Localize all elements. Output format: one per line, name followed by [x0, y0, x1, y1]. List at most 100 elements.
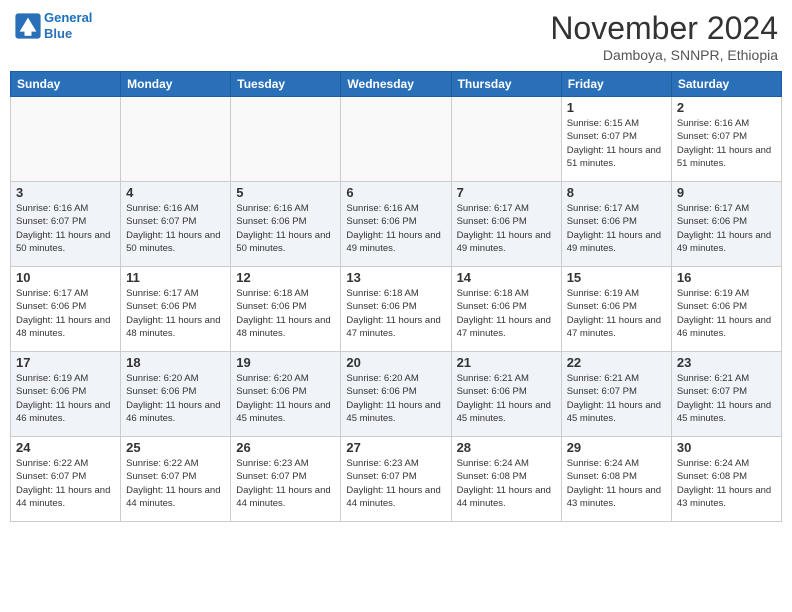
calendar-cell: 27Sunrise: 6:23 AM Sunset: 6:07 PM Dayli…: [341, 437, 451, 522]
week-row-3: 17 Sunrise: 6:19 AM Sunset: 6:06 PM Dayli…: [11, 352, 782, 437]
calendar-cell: 23 Sunrise: 6:21 AM Sunset: 6:07 PM Dayli…: [671, 352, 781, 437]
calendar-cell: 17 Sunrise: 6:19 AM Sunset: 6:06 PM Dayli…: [11, 352, 121, 437]
week-row-1: 3 Sunrise: 6:16 AM Sunset: 6:07 PM Daylig…: [11, 182, 782, 267]
calendar-cell: 5 Sunrise: 6:16 AM Sunset: 6:06 PM Daylig…: [231, 182, 341, 267]
cell-info: Sunrise: 6:20 AM Sunset: 6:06 PM Dayligh…: [236, 372, 335, 425]
calendar-cell: 3 Sunrise: 6:16 AM Sunset: 6:07 PM Daylig…: [11, 182, 121, 267]
day-number: 12: [236, 270, 335, 285]
calendar-cell: 22 Sunrise: 6:21 AM Sunset: 6:07 PM Dayli…: [561, 352, 671, 437]
cell-info: Sunrise: 6:16 AM Sunset: 6:07 PM Dayligh…: [677, 117, 776, 170]
calendar-cell: 13 Sunrise: 6:18 AM Sunset: 6:06 PM Dayli…: [341, 267, 451, 352]
location: Damboya, SNNPR, Ethiopia: [550, 47, 778, 63]
month-title: November 2024: [550, 10, 778, 47]
header-day-wednesday: Wednesday: [341, 72, 451, 97]
day-number: 14: [457, 270, 556, 285]
day-number: 10: [16, 270, 115, 285]
calendar-cell: 8Sunrise: 6:17 AM Sunset: 6:06 PM Daylig…: [561, 182, 671, 267]
cell-info: Sunrise: 6:21 AM Sunset: 6:06 PM Dayligh…: [457, 372, 556, 425]
day-number: 17: [16, 355, 115, 370]
page: General Blue November 2024 Damboya, SNNP…: [0, 0, 792, 612]
calendar-cell: 26 Sunrise: 6:23 AM Sunset: 6:07 PM Dayli…: [231, 437, 341, 522]
calendar-cell: 14 Sunrise: 6:18 AM Sunset: 6:06 PM Dayli…: [451, 267, 561, 352]
calendar-cell: 15 Sunrise: 6:19 AM Sunset: 6:06 PM Dayli…: [561, 267, 671, 352]
cell-info: Sunrise: 6:22 AM Sunset: 6:07 PM Dayligh…: [16, 457, 115, 510]
day-number: 22: [567, 355, 666, 370]
cell-info: Sunrise: 6:16 AM Sunset: 6:07 PM Dayligh…: [126, 202, 225, 255]
logo-icon: [14, 12, 42, 40]
day-number: 5: [236, 185, 335, 200]
cell-info: Sunrise: 6:19 AM Sunset: 6:06 PM Dayligh…: [16, 372, 115, 425]
day-number: 2: [677, 100, 776, 115]
day-number: 11: [126, 270, 225, 285]
calendar-header: SundayMondayTuesdayWednesdayThursdayFrid…: [11, 72, 782, 97]
cell-info: Sunrise: 6:21 AM Sunset: 6:07 PM Dayligh…: [677, 372, 776, 425]
cell-info: Sunrise: 6:19 AM Sunset: 6:06 PM Dayligh…: [567, 287, 666, 340]
day-number: 21: [457, 355, 556, 370]
calendar-cell: 30Sunrise: 6:24 AM Sunset: 6:08 PM Dayli…: [671, 437, 781, 522]
day-number: 30: [677, 440, 776, 455]
cell-info: Sunrise: 6:16 AM Sunset: 6:07 PM Dayligh…: [16, 202, 115, 255]
calendar-cell: 20 Sunrise: 6:20 AM Sunset: 6:06 PM Dayli…: [341, 352, 451, 437]
cell-info: Sunrise: 6:18 AM Sunset: 6:06 PM Dayligh…: [457, 287, 556, 340]
cell-info: Sunrise: 6:16 AM Sunset: 6:06 PM Dayligh…: [346, 202, 445, 255]
calendar-cell: 24 Sunrise: 6:22 AM Sunset: 6:07 PM Dayli…: [11, 437, 121, 522]
week-row-0: 1 Sunrise: 6:15 AM Sunset: 6:07 PM Daylig…: [11, 97, 782, 182]
calendar-cell: 4 Sunrise: 6:16 AM Sunset: 6:07 PM Daylig…: [121, 182, 231, 267]
cell-info: Sunrise: 6:18 AM Sunset: 6:06 PM Dayligh…: [236, 287, 335, 340]
logo-text: General Blue: [44, 10, 92, 41]
calendar-cell: 25Sunrise: 6:22 AM Sunset: 6:07 PM Dayli…: [121, 437, 231, 522]
header-day-sunday: Sunday: [11, 72, 121, 97]
day-number: 19: [236, 355, 335, 370]
calendar-cell: 11Sunrise: 6:17 AM Sunset: 6:06 PM Dayli…: [121, 267, 231, 352]
day-number: 16: [677, 270, 776, 285]
cell-info: Sunrise: 6:17 AM Sunset: 6:06 PM Dayligh…: [677, 202, 776, 255]
cell-info: Sunrise: 6:15 AM Sunset: 6:07 PM Dayligh…: [567, 117, 666, 170]
day-number: 28: [457, 440, 556, 455]
calendar-cell: 18Sunrise: 6:20 AM Sunset: 6:06 PM Dayli…: [121, 352, 231, 437]
calendar-cell: 9Sunrise: 6:17 AM Sunset: 6:06 PM Daylig…: [671, 182, 781, 267]
title-block: November 2024 Damboya, SNNPR, Ethiopia: [550, 10, 778, 63]
calendar-cell: 19 Sunrise: 6:20 AM Sunset: 6:06 PM Dayli…: [231, 352, 341, 437]
calendar-cell: 28 Sunrise: 6:24 AM Sunset: 6:08 PM Dayli…: [451, 437, 561, 522]
day-number: 15: [567, 270, 666, 285]
header: General Blue November 2024 Damboya, SNNP…: [10, 10, 782, 63]
calendar-cell: 2 Sunrise: 6:16 AM Sunset: 6:07 PM Daylig…: [671, 97, 781, 182]
cell-info: Sunrise: 6:18 AM Sunset: 6:06 PM Dayligh…: [346, 287, 445, 340]
day-number: 23: [677, 355, 776, 370]
day-number: 18: [126, 355, 225, 370]
cell-info: Sunrise: 6:19 AM Sunset: 6:06 PM Dayligh…: [677, 287, 776, 340]
cell-info: Sunrise: 6:21 AM Sunset: 6:07 PM Dayligh…: [567, 372, 666, 425]
header-day-monday: Monday: [121, 72, 231, 97]
calendar-cell: [11, 97, 121, 182]
calendar-cell: [341, 97, 451, 182]
day-number: 1: [567, 100, 666, 115]
week-row-2: 10Sunrise: 6:17 AM Sunset: 6:06 PM Dayli…: [11, 267, 782, 352]
cell-info: Sunrise: 6:20 AM Sunset: 6:06 PM Dayligh…: [346, 372, 445, 425]
calendar-cell: 29 Sunrise: 6:24 AM Sunset: 6:08 PM Dayli…: [561, 437, 671, 522]
week-row-4: 24 Sunrise: 6:22 AM Sunset: 6:07 PM Dayli…: [11, 437, 782, 522]
day-number: 6: [346, 185, 445, 200]
cell-info: Sunrise: 6:24 AM Sunset: 6:08 PM Dayligh…: [457, 457, 556, 510]
cell-info: Sunrise: 6:23 AM Sunset: 6:07 PM Dayligh…: [236, 457, 335, 510]
calendar-cell: [231, 97, 341, 182]
day-number: 3: [16, 185, 115, 200]
calendar-cell: 16 Sunrise: 6:19 AM Sunset: 6:06 PM Dayli…: [671, 267, 781, 352]
cell-info: Sunrise: 6:16 AM Sunset: 6:06 PM Dayligh…: [236, 202, 335, 255]
day-number: 13: [346, 270, 445, 285]
calendar-cell: [121, 97, 231, 182]
day-number: 26: [236, 440, 335, 455]
calendar-cell: 10Sunrise: 6:17 AM Sunset: 6:06 PM Dayli…: [11, 267, 121, 352]
cell-info: Sunrise: 6:17 AM Sunset: 6:06 PM Dayligh…: [457, 202, 556, 255]
cell-info: Sunrise: 6:24 AM Sunset: 6:08 PM Dayligh…: [567, 457, 666, 510]
header-day-friday: Friday: [561, 72, 671, 97]
day-number: 24: [16, 440, 115, 455]
header-day-tuesday: Tuesday: [231, 72, 341, 97]
logo-general: General: [44, 10, 92, 25]
logo-blue: Blue: [44, 26, 72, 41]
day-number: 29: [567, 440, 666, 455]
calendar-cell: 1 Sunrise: 6:15 AM Sunset: 6:07 PM Daylig…: [561, 97, 671, 182]
day-number: 27: [346, 440, 445, 455]
calendar-cell: [451, 97, 561, 182]
day-number: 20: [346, 355, 445, 370]
day-number: 4: [126, 185, 225, 200]
